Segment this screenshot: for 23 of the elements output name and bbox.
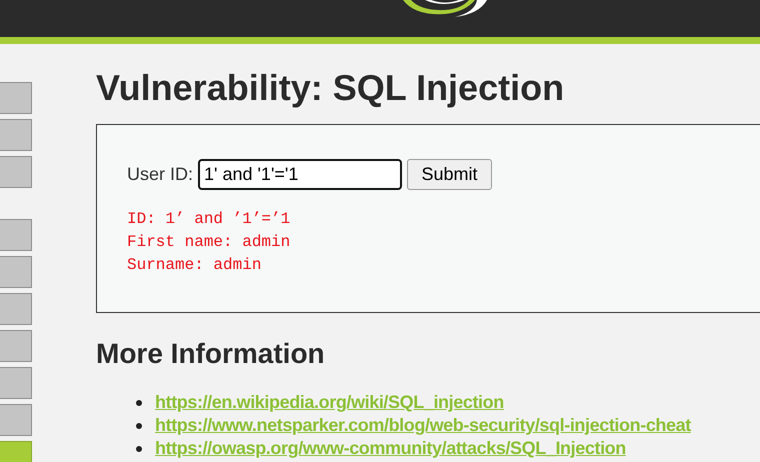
user-id-field[interactable]: 1' and '1'='1 (198, 159, 402, 190)
section-heading: More Information (96, 337, 326, 371)
reference-link[interactable]: https://en.wikipedia.org/wiki/SQL_injection (155, 392, 504, 413)
menu-button[interactable] (0, 367, 32, 399)
menu-button[interactable] (0, 256, 32, 288)
menu-button[interactable] (0, 330, 32, 362)
user-id-label: User ID: (127, 164, 194, 185)
result-text: ID: 1’ and ’1’=’1 (127, 209, 292, 230)
menu-button[interactable] (0, 82, 32, 114)
menu-button[interactable] (0, 404, 32, 436)
result-text: Surname: admin (127, 255, 262, 276)
page-title: Vulnerability: SQL Injection (96, 66, 566, 110)
submit-button[interactable]: Submit (407, 159, 492, 190)
menu-button[interactable] (0, 156, 32, 188)
reference-link[interactable]: https://www.netsparker.com/blog/web-security/sql-injection-cheat (155, 415, 691, 436)
bullet-icon (136, 422, 142, 428)
menu-button[interactable] (0, 119, 32, 151)
bullet-icon (136, 446, 142, 452)
menu-button[interactable] (0, 293, 32, 325)
result-text: First name: admin (127, 232, 292, 253)
reference-link[interactable]: https://owasp.org/www-community/attacks/SQL_Injection (155, 438, 626, 459)
bullet-icon (136, 400, 142, 406)
menu-button[interactable] (0, 219, 32, 251)
